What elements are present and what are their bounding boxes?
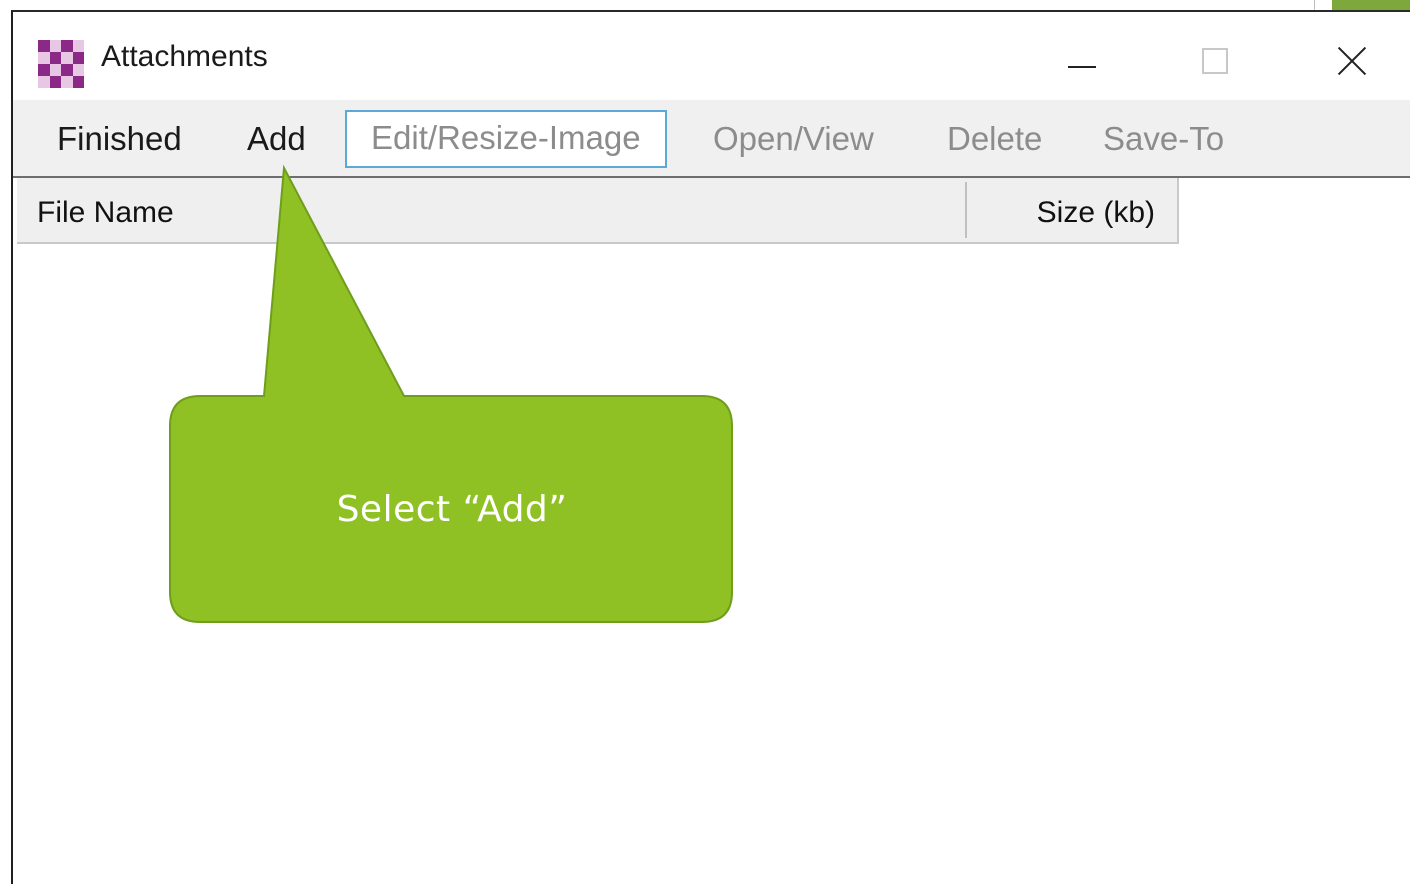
callout-text: Select “Add” [336, 488, 568, 530]
